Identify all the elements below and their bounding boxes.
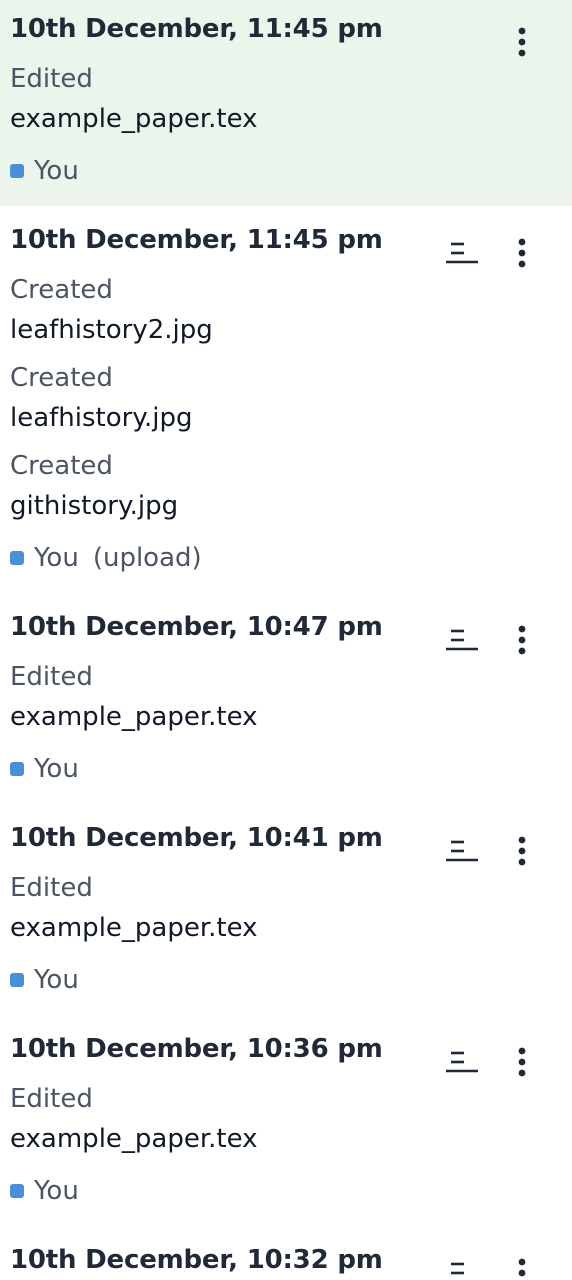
user-name: You: [34, 543, 79, 573]
entry-user: You: [10, 156, 79, 186]
entry-user: You: [10, 1176, 79, 1206]
change-file: example_paper.tex: [10, 104, 258, 134]
compare-versions-icon: [451, 1262, 464, 1275]
entry-date: 10th December, 10:41 pm: [10, 823, 383, 853]
change-action: Created: [10, 451, 113, 481]
history-list: 10th December, 11:45 pm Edited example_p…: [0, 0, 572, 1280]
entry-date: 10th December, 11:45 pm: [10, 225, 383, 255]
entry-user: You (upload): [10, 543, 202, 573]
compare-button[interactable]: [440, 1256, 482, 1280]
compare-button[interactable]: [440, 1045, 482, 1077]
compare-versions-icon: [446, 840, 478, 862]
user-color-swatch: [10, 1184, 24, 1198]
change-action: Created: [10, 363, 113, 393]
more-options-button[interactable]: [506, 831, 538, 871]
more-vertical-icon: [518, 1258, 526, 1277]
user-color-swatch: [10, 762, 24, 776]
user-color-swatch: [10, 164, 24, 178]
change-action: Edited: [10, 873, 93, 903]
history-entry-selected[interactable]: 10th December, 11:45 pm Edited example_p…: [0, 0, 572, 206]
compare-button[interactable]: [440, 834, 482, 866]
more-vertical-icon: [518, 1047, 526, 1077]
history-entry[interactable]: 10th December, 10:32 pm: [0, 1237, 572, 1280]
user-name: You: [34, 754, 79, 784]
entry-user: You: [10, 965, 79, 995]
change-action: Edited: [10, 1084, 93, 1114]
history-entry[interactable]: 10th December, 11:45 pm Created leafhist…: [0, 206, 572, 604]
more-vertical-icon: [518, 27, 526, 57]
change-file: githistory.jpg: [10, 491, 179, 521]
entry-date: 10th December, 10:32 pm: [10, 1245, 383, 1275]
entry-date: 10th December, 10:36 pm: [10, 1034, 383, 1064]
change-file: example_paper.tex: [10, 702, 258, 732]
more-vertical-icon: [518, 238, 526, 268]
user-color-swatch: [10, 973, 24, 987]
user-name: You: [34, 1176, 79, 1206]
compare-button[interactable]: [440, 236, 482, 268]
history-entry[interactable]: 10th December, 10:41 pm Edited example_p…: [0, 815, 572, 1026]
more-options-button[interactable]: [506, 233, 538, 273]
change-file: leafhistory2.jpg: [10, 315, 213, 345]
compare-versions-icon: [446, 242, 478, 264]
user-name: You: [34, 156, 79, 186]
entry-date: 10th December, 10:47 pm: [10, 612, 383, 642]
compare-versions-icon: [446, 629, 478, 651]
user-name: You: [34, 965, 79, 995]
compare-versions-icon: [446, 1051, 478, 1073]
compare-button[interactable]: [440, 623, 482, 655]
change-file: leafhistory.jpg: [10, 403, 193, 433]
change-action: Edited: [10, 662, 93, 692]
more-vertical-icon: [518, 836, 526, 866]
entry-user: You: [10, 754, 79, 784]
more-vertical-icon: [518, 625, 526, 655]
change-file: example_paper.tex: [10, 913, 258, 943]
user-color-swatch: [10, 551, 24, 565]
entry-date: 10th December, 11:45 pm: [10, 14, 383, 44]
more-options-button[interactable]: [506, 1042, 538, 1082]
more-options-button[interactable]: [506, 620, 538, 660]
more-options-button[interactable]: [506, 22, 538, 62]
change-action: Edited: [10, 64, 93, 94]
user-origin: (upload): [92, 543, 202, 573]
change-file: example_paper.tex: [10, 1124, 258, 1154]
history-entry[interactable]: 10th December, 10:36 pm Edited example_p…: [0, 1026, 572, 1237]
history-entry[interactable]: 10th December, 10:47 pm Edited example_p…: [0, 604, 572, 815]
change-action: Created: [10, 275, 113, 305]
more-options-button[interactable]: [506, 1253, 538, 1280]
